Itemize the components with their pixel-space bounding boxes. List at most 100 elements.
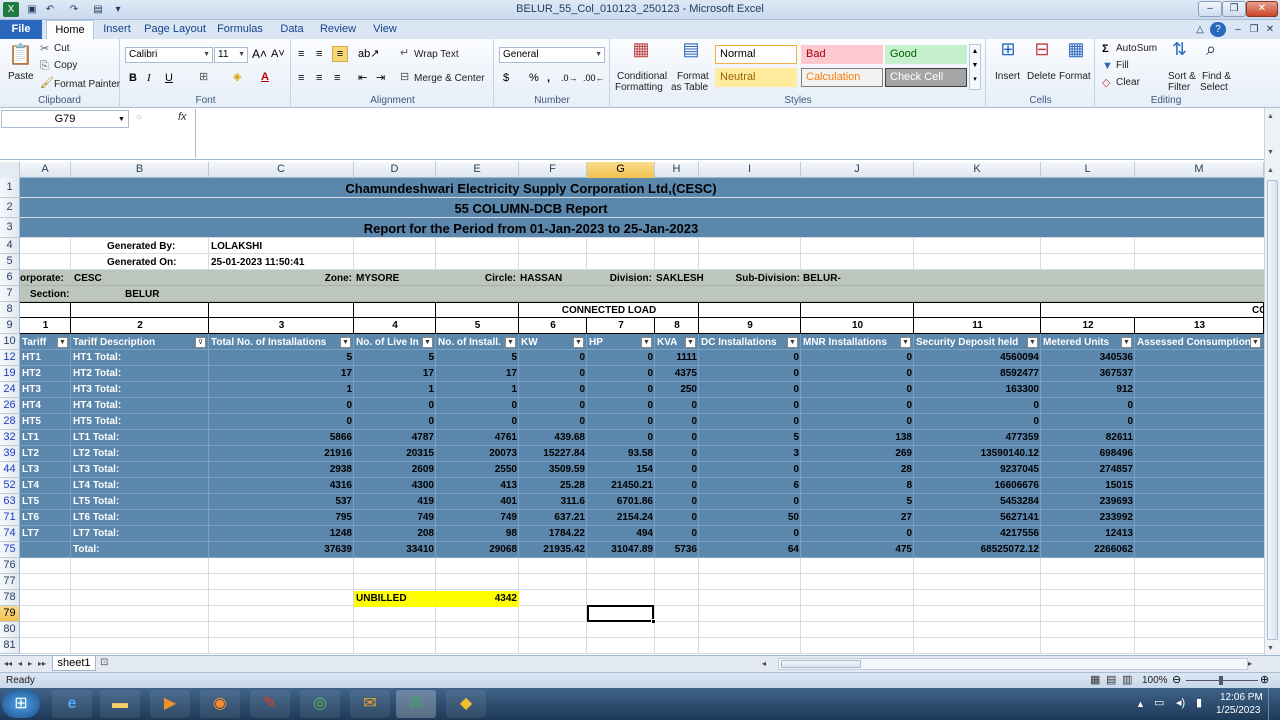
filter-active-icon[interactable]: ⊽	[195, 337, 206, 348]
conditional-formatting-button[interactable]: Conditional	[617, 71, 667, 82]
fill-button[interactable]: Fill	[1116, 60, 1129, 71]
fill-icon[interactable]: ▼	[1102, 59, 1113, 73]
column-header-l[interactable]: L	[1041, 162, 1135, 178]
decrease-indent-icon[interactable]: ⇤	[358, 71, 367, 85]
delete-cells-button[interactable]: Delete	[1027, 71, 1056, 82]
bold-button[interactable]: B	[129, 71, 137, 85]
media-player-icon[interactable]: ▶	[150, 690, 190, 718]
filter-dropdown-icon[interactable]: ▼	[505, 337, 516, 348]
scroll-up-icon[interactable]: ▲	[1267, 164, 1274, 178]
column-header-i[interactable]: I	[699, 162, 801, 178]
row-header-12[interactable]: 12	[0, 350, 20, 366]
comma-button[interactable]: ,	[547, 71, 550, 85]
column-header-f[interactable]: F	[519, 162, 587, 178]
horizontal-scroll-thumb[interactable]	[781, 660, 861, 668]
percent-button[interactable]: %	[529, 71, 539, 85]
chrome-icon[interactable]: ◎	[300, 690, 340, 718]
column-header-a[interactable]: A	[20, 162, 71, 178]
row-header-3[interactable]: 3	[0, 218, 20, 238]
row-header-26[interactable]: 26	[0, 398, 20, 414]
number-format-select[interactable]: General ▼	[499, 47, 605, 63]
row-header-1[interactable]: 1	[0, 178, 20, 198]
format-painter-icon[interactable]: 🖌	[40, 76, 54, 90]
underline-button[interactable]: U	[165, 71, 173, 85]
tab-page-layout[interactable]: Page Layout	[144, 20, 206, 39]
row-header-71[interactable]: 71	[0, 510, 20, 526]
insert-sheet-icon[interactable]: ⊡	[100, 656, 108, 670]
column-header-g[interactable]: G	[587, 162, 655, 178]
cell-style-bad[interactable]: Bad	[801, 45, 883, 64]
scroll-left-icon[interactable]: ◂	[762, 657, 766, 671]
column-header-d[interactable]: D	[354, 162, 436, 178]
format-cells-icon[interactable]: ▦	[1065, 40, 1087, 58]
row-header-8[interactable]: 8	[0, 302, 20, 318]
insert-cells-button[interactable]: Insert	[995, 71, 1020, 82]
currency-button[interactable]: $	[503, 71, 509, 85]
row-header-7[interactable]: 7	[0, 286, 20, 302]
sheet-tab-sheet1[interactable]: sheet1	[52, 656, 96, 671]
row-header-5[interactable]: 5	[0, 254, 20, 270]
column-header-b[interactable]: B	[71, 162, 209, 178]
column-header-m[interactable]: M	[1135, 162, 1264, 178]
name-box-dropdown-icon[interactable]: ▼	[118, 113, 125, 127]
action-center-icon[interactable]: ▮	[1196, 696, 1202, 710]
find-select-icon[interactable]: ⌕	[1206, 40, 1216, 58]
orientation-icon[interactable]: ab↗	[358, 47, 379, 61]
row-header-32[interactable]: 32	[0, 430, 20, 446]
page-break-view-icon[interactable]: ▥	[1122, 673, 1132, 687]
tab-insert[interactable]: Insert	[98, 20, 136, 39]
volume-icon[interactable]: ◂)	[1176, 696, 1185, 710]
vertical-scroll-thumb[interactable]	[1267, 180, 1278, 640]
next-sheet-icon[interactable]: ▸	[28, 657, 32, 671]
tab-review[interactable]: Review	[316, 20, 360, 39]
row-header-6[interactable]: 6	[0, 270, 20, 286]
align-right-icon[interactable]: ≡	[334, 71, 340, 85]
row-header-79[interactable]: 79	[0, 606, 20, 622]
cell-style-check-cell[interactable]: Check Cell	[885, 68, 967, 87]
align-middle-icon[interactable]: ≡	[316, 47, 322, 61]
align-center-icon[interactable]: ≡	[316, 71, 322, 85]
increase-indent-icon[interactable]: ⇥	[376, 71, 385, 85]
copy-icon[interactable]: ⎘	[40, 59, 49, 73]
cell-style-neutral[interactable]: Neutral	[715, 68, 797, 87]
insert-cells-icon[interactable]: ⊞	[997, 40, 1019, 58]
column-header-j[interactable]: J	[801, 162, 914, 178]
cell-style-calculation[interactable]: Calculation	[801, 68, 883, 87]
column-header-e[interactable]: E	[436, 162, 519, 178]
filter-dropdown-icon[interactable]: ▼	[1027, 337, 1038, 348]
formula-input[interactable]	[195, 109, 1267, 158]
row-header-63[interactable]: 63	[0, 494, 20, 510]
filter-dropdown-icon[interactable]: ▼	[900, 337, 911, 348]
filter-dropdown-icon[interactable]: ▼	[1250, 337, 1261, 348]
find-select-button-line2[interactable]: Select	[1200, 82, 1228, 93]
filter-dropdown-icon[interactable]: ▼	[422, 337, 433, 348]
zoom-level[interactable]: 100%	[1142, 675, 1168, 686]
help-icon[interactable]: ?	[1210, 22, 1226, 37]
doc-close-icon[interactable]: ✕	[1262, 22, 1278, 37]
page-layout-view-icon[interactable]: ▤	[1106, 673, 1116, 687]
prev-sheet-icon[interactable]: ◂	[18, 657, 22, 671]
close-button[interactable]: ✕	[1246, 1, 1278, 17]
paste-icon[interactable]: 📋	[8, 43, 33, 67]
grow-font-icon[interactable]: A˄	[252, 47, 267, 61]
sort-filter-button-line2[interactable]: Filter	[1168, 82, 1190, 93]
row-header-19[interactable]: 19	[0, 366, 20, 382]
font-name-select[interactable]: Calibri ▼	[125, 47, 213, 63]
styles-scroll-icon[interactable]: ▲ ▼ ▾	[969, 44, 981, 90]
cut-icon[interactable]: ✂	[40, 42, 49, 56]
last-sheet-icon[interactable]: ▸▸	[38, 657, 46, 671]
tab-home[interactable]: Home	[46, 20, 94, 39]
align-left-icon[interactable]: ≡	[298, 71, 304, 85]
tab-data[interactable]: Data	[276, 20, 308, 39]
zoom-slider-thumb[interactable]	[1219, 676, 1223, 685]
active-cell-selection[interactable]	[587, 605, 654, 622]
security-icon[interactable]: ◆	[446, 690, 486, 718]
clear-icon[interactable]: ◇	[1102, 76, 1110, 90]
scroll-right-icon[interactable]: ▸	[1248, 657, 1252, 671]
horizontal-scrollbar[interactable]	[778, 658, 1248, 670]
format-cells-button[interactable]: Format	[1059, 71, 1091, 82]
filter-dropdown-icon[interactable]: ▼	[641, 337, 652, 348]
ribbon-minimize-icon[interactable]: △	[1192, 22, 1208, 37]
first-sheet-icon[interactable]: ◂◂	[4, 657, 12, 671]
decrease-decimal-icon[interactable]: .00←	[583, 71, 605, 85]
